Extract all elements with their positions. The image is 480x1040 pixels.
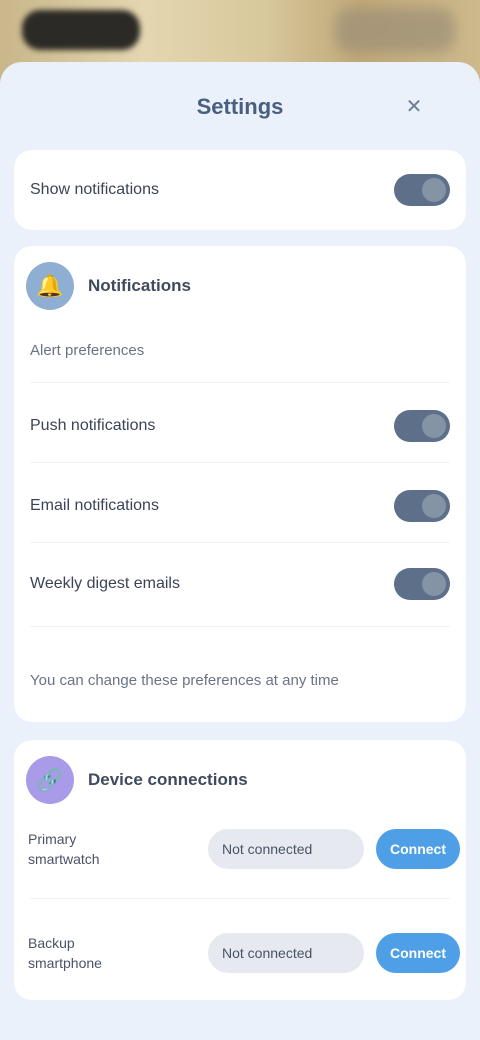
link-icon: 🔗 (26, 756, 74, 804)
notifications-subtitle: Alert preferences (30, 341, 145, 359)
notifications-subtitle-row: Alert preferences (14, 338, 466, 362)
close-icon[interactable]: ✕ (400, 92, 428, 120)
device-section-title: Device connections (88, 770, 248, 789)
device-status-field[interactable] (208, 933, 364, 973)
device-label-line2: smartphone (28, 955, 102, 971)
connect-button[interactable]: Connect (376, 829, 460, 869)
connect-button[interactable]: Connect (376, 933, 460, 973)
device-label-line1: Backup (28, 935, 75, 951)
divider (30, 626, 450, 627)
device-label-backup: Backup smartphone (28, 933, 208, 973)
device-label-primary: Primary smartwatch (28, 829, 208, 869)
device-status-field[interactable] (208, 829, 364, 869)
photo-dark-region (22, 10, 140, 50)
weekly-digest-row: Weekly digest emails (14, 568, 466, 600)
bell-icon: 🔔 (26, 262, 74, 310)
device-row-backup: Backup smartphone Connect (28, 916, 464, 990)
device-section-header: 🔗 Device connections (26, 756, 248, 804)
email-notifications-label: Email notifications (30, 497, 159, 514)
divider (30, 898, 450, 899)
notifications-card: 🔔 Notifications Alert preferences Push n… (14, 246, 466, 722)
show-notifications-toggle[interactable] (394, 174, 450, 206)
email-notifications-toggle[interactable] (394, 490, 450, 522)
push-notifications-toggle[interactable] (394, 410, 450, 442)
weekly-digest-toggle[interactable] (394, 568, 450, 600)
push-notifications-row: Push notifications (14, 410, 466, 442)
sheet-header: Settings ✕ (0, 78, 480, 138)
notifications-section-header: 🔔 Notifications (26, 262, 191, 310)
top-card: Show notifications (14, 150, 466, 230)
device-connections-card: 🔗 Device connections Primary smartwatch … (14, 740, 466, 1000)
device-label-line1: Primary (28, 831, 77, 847)
photo-mid-region (335, 8, 455, 52)
weekly-digest-label: Weekly digest emails (30, 575, 180, 592)
notifications-footer-row: You can change these preferences at any … (14, 668, 466, 692)
push-notifications-label: Push notifications (30, 417, 156, 434)
show-notifications-row: Show notifications (14, 174, 466, 206)
device-row-primary: Primary smartwatch Connect (28, 812, 464, 886)
notifications-section-title: Notifications (88, 276, 191, 295)
divider (30, 542, 450, 543)
notifications-footer-note: You can change these preferences at any … (30, 671, 339, 689)
device-label-line2: smartwatch (28, 851, 100, 867)
divider (30, 462, 450, 463)
show-notifications-label: Show notifications (30, 181, 159, 198)
divider (30, 382, 450, 383)
email-notifications-row: Email notifications (14, 490, 466, 522)
